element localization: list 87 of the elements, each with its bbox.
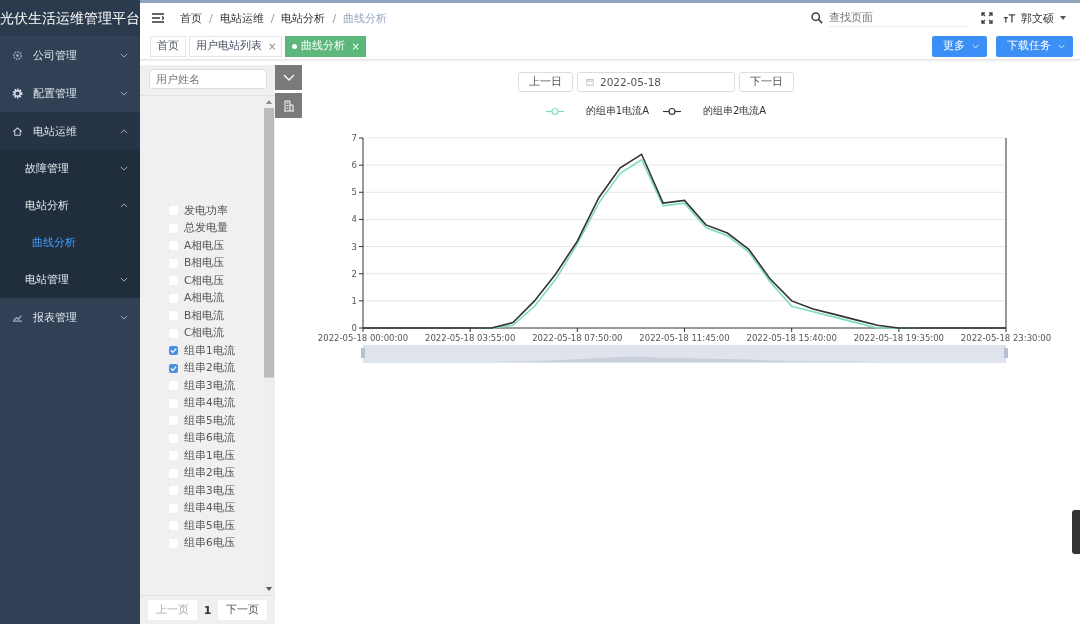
checkbox-item[interactable]: 组串4电流 [169, 394, 263, 412]
checkbox-item[interactable]: B相电流 [169, 307, 263, 325]
chevron-icon [120, 166, 128, 171]
previous-day-button[interactable]: 上一日 [518, 72, 573, 92]
x-tick-label: 2022-05-18 03:55:00 [425, 333, 516, 343]
chevron-icon [120, 128, 128, 134]
checkbox-item[interactable]: 组串5电压 [169, 517, 263, 535]
checkbox-item[interactable]: 组串2电压 [169, 464, 263, 482]
checkbox-item[interactable]: 总发电量 [169, 219, 263, 237]
checkbox-item[interactable]: C相电压 [169, 272, 263, 290]
chevron-icon [120, 314, 128, 320]
chevron-icon [120, 90, 128, 96]
collapse-button[interactable] [275, 65, 302, 90]
side-handle[interactable] [1072, 510, 1080, 554]
checkbox-item[interactable]: 组串1电流 [169, 342, 263, 360]
y-tick-label: 3 [351, 241, 357, 252]
x-tick-label: 2022-05-18 23:30:00 [960, 333, 1052, 343]
next-page-button[interactable]: 下一页 [218, 600, 268, 620]
checkbox-item[interactable]: 组串5电流 [169, 412, 263, 430]
y-tick-label: 0 [351, 323, 357, 333]
checkbox-item[interactable]: 组串3电流 [169, 377, 263, 395]
close-button[interactable]: × [266, 35, 283, 57]
settings-icon [12, 49, 23, 61]
app-title: 光伏生活运维管理平台 [0, 0, 140, 36]
chevron-icon [120, 203, 128, 208]
user-menu[interactable]: 郭文硕 [1021, 10, 1054, 26]
y-tick-label: 5 [351, 187, 357, 198]
menu-icon[interactable] [152, 13, 164, 23]
x-tick-label: 2022-05-18 19:35:00 [853, 333, 944, 343]
next-day-button[interactable]: 下一日 [739, 72, 794, 92]
legend-item[interactable]: 的组串2电流A [663, 104, 767, 118]
y-tick-label: 2 [351, 268, 357, 279]
menu-item[interactable]: 公司管理 [0, 36, 140, 74]
checkbox-item[interactable]: 组串1电压 [169, 447, 263, 465]
checkbox-item[interactable]: B相电压 [169, 254, 263, 272]
menu-item[interactable]: 配置管理 [0, 74, 140, 112]
menu-item[interactable]: 报表管理 [0, 298, 140, 336]
search-icon[interactable] [811, 12, 823, 24]
menu-item[interactable]: 电站运维 [0, 112, 140, 150]
settings-icon [12, 87, 23, 99]
menu-item[interactable]: 曲线分析 [0, 224, 140, 261]
zoom-slider[interactable] [361, 345, 1008, 363]
x-tick-label: 2022-05-18 00:00:00 [317, 333, 409, 343]
breadcrumb-link[interactable]: 首页 [180, 10, 202, 26]
chevron-icon [282, 73, 295, 82]
page-number[interactable]: 1 [203, 603, 212, 617]
checkbox-item[interactable]: A相电压 [169, 237, 263, 255]
y-tick-label: 4 [351, 214, 357, 225]
checkbox-item[interactable]: 发电功率 [169, 202, 263, 220]
chevron-icon [1058, 43, 1065, 49]
y-tick-label: 1 [351, 295, 357, 306]
y-tick-label: 7 [351, 133, 357, 143]
fullscreen-icon[interactable] [981, 12, 993, 24]
breadcrumb-link[interactable]: 电站运维 [219, 10, 264, 26]
font-size-icon[interactable] [1003, 12, 1016, 24]
caret-icon [1060, 16, 1066, 20]
checkbox-item[interactable]: 组串4电压 [169, 499, 263, 517]
chevron-icon [120, 277, 128, 282]
search-field[interactable]: 查找页面 [829, 9, 969, 27]
legend-item[interactable]: 的组串1电流A [545, 104, 649, 118]
breadcrumb-separator: / [209, 11, 213, 25]
page-tab[interactable]: 首页 [150, 35, 186, 57]
building-button[interactable] [275, 93, 302, 118]
chevron-icon [120, 52, 128, 58]
checkbox-item[interactable]: 组串6电流 [169, 429, 263, 447]
date-picker[interactable]: 2022-05-18 [577, 72, 735, 92]
calendar-icon [586, 78, 594, 86]
checkbox-item[interactable]: 组串3电压 [169, 482, 263, 500]
user-name-field[interactable]: 用户姓名 [149, 69, 267, 89]
breadcrumb-link[interactable]: 电站分析 [281, 10, 326, 26]
x-tick-label: 2022-05-18 07:50:00 [532, 333, 623, 343]
menu-item[interactable]: 故障管理 [0, 150, 140, 187]
breadcrumb-separator: / [270, 11, 275, 25]
menu-item[interactable]: 电站分析 [0, 187, 140, 224]
x-tick-label: 2022-05-18 11:45:00 [639, 333, 730, 343]
chevron-icon [972, 43, 979, 49]
page-tab[interactable]: 用户电站列表 [189, 35, 266, 57]
checkbox-item[interactable]: C相电流 [169, 324, 263, 342]
checkbox-item[interactable]: 组串2电流 [169, 359, 263, 377]
checkbox-item[interactable]: 组串6电压 [169, 534, 263, 552]
y-tick-label: 6 [351, 160, 357, 171]
menu-item[interactable]: 电站管理 [0, 261, 140, 298]
checkbox-item[interactable]: A相电流 [169, 289, 263, 307]
x-tick-label: 2022-05-18 15:40:00 [746, 333, 837, 343]
breadcrumb-separator: / [332, 11, 337, 25]
building-icon [282, 99, 295, 112]
home-icon [12, 125, 23, 137]
